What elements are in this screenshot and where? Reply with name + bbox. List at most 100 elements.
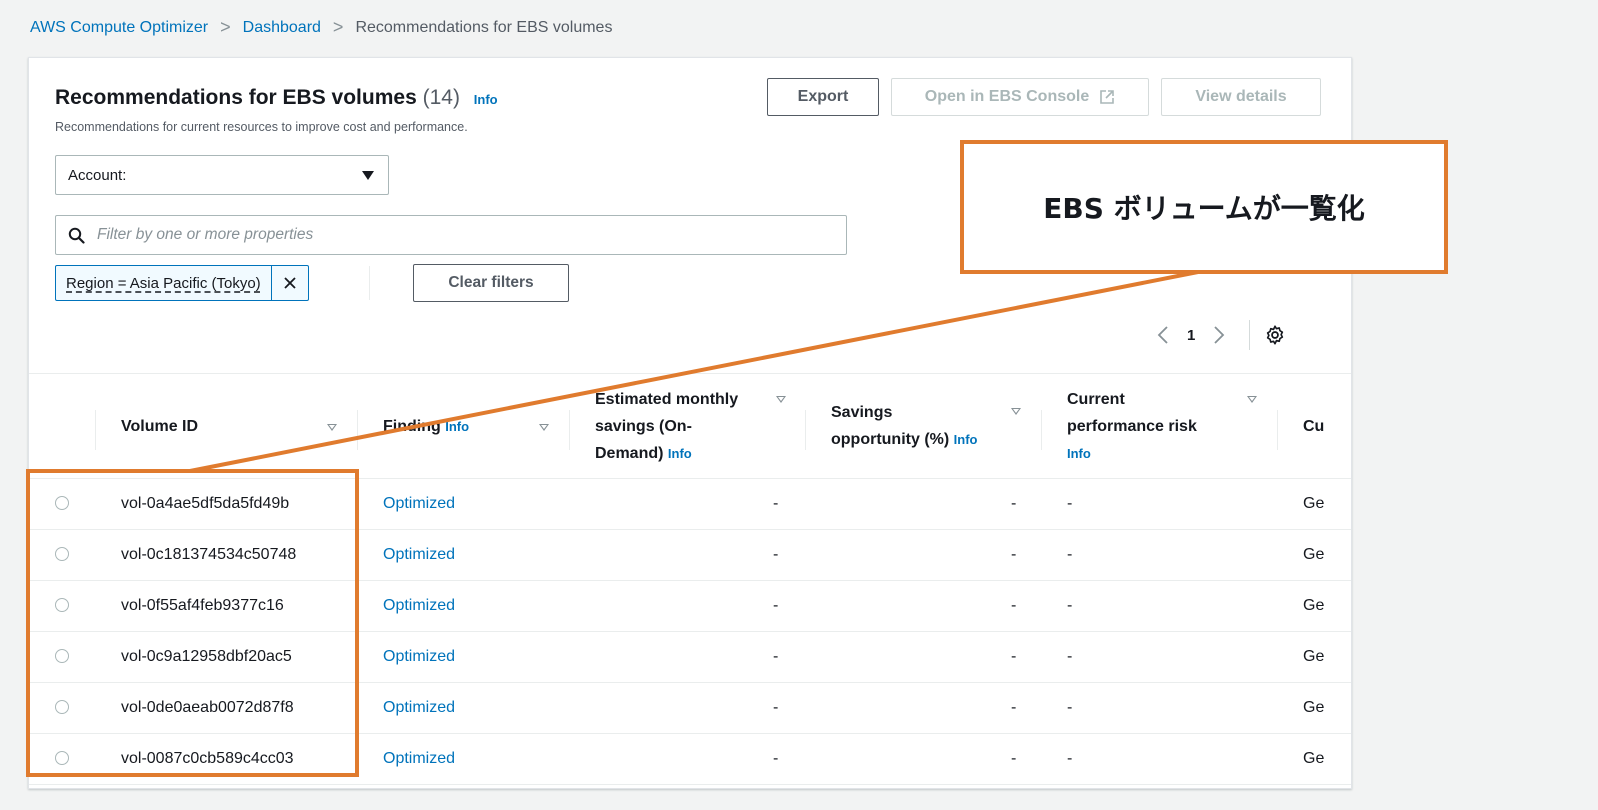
breadcrumb-current: Recommendations for EBS volumes (355, 18, 613, 36)
finding-cell[interactable]: Optimized (383, 683, 455, 733)
current-cell: Ge (1303, 648, 1325, 665)
opportunity-cell: - (1011, 546, 1017, 563)
savings-info-link[interactable]: Info (668, 446, 692, 461)
risk-info-link[interactable]: Info (1067, 440, 1091, 467)
savings-cell: - (773, 546, 779, 563)
column-header-performance-risk[interactable]: Current performance risk Info (1067, 374, 1197, 478)
current-cell: Ge (1303, 750, 1325, 767)
clear-filters-label: Clear filters (448, 274, 534, 291)
column-header-volume-id[interactable]: Volume ID (121, 374, 198, 478)
sort-caret-icon[interactable] (1011, 408, 1021, 415)
column-header-current[interactable]: Cu (1303, 374, 1324, 478)
remove-filter-button[interactable] (270, 266, 308, 300)
gear-icon[interactable] (1264, 324, 1286, 346)
view-details-button[interactable]: View details (1161, 78, 1321, 116)
column-label-opportunity-line2: opportunity (%) (831, 431, 950, 448)
column-label-risk-line1: Current (1067, 390, 1125, 408)
savings-cell: - (773, 597, 779, 614)
account-select-label: Account: (68, 166, 127, 184)
pagination: 1 (1157, 320, 1286, 350)
filter-token-region: Region = Asia Pacific (Tokyo) (55, 265, 309, 301)
breadcrumb: AWS Compute Optimizer > Dashboard > Reco… (30, 17, 612, 38)
open-console-label: Open in EBS Console (924, 88, 1090, 105)
opportunity-cell: - (1011, 648, 1017, 665)
column-divider (1041, 410, 1042, 450)
savings-cell: - (773, 648, 779, 665)
view-details-label: View details (1195, 88, 1287, 105)
finding-cell[interactable]: Optimized (383, 734, 455, 784)
breadcrumb-dashboard[interactable]: Dashboard (243, 19, 321, 37)
column-label-savings-line1: Estimated monthly (595, 390, 739, 408)
page-subtitle: Recommendations for current resources to… (55, 120, 468, 134)
pagination-divider (1249, 320, 1251, 350)
column-divider (1277, 410, 1278, 450)
filter-input[interactable] (95, 225, 799, 245)
column-label-savings-line3: Demand) (595, 444, 664, 462)
sort-caret-icon[interactable] (776, 396, 786, 403)
opportunity-cell: - (1011, 750, 1017, 767)
finding-info-link[interactable]: Info (445, 413, 469, 440)
current-cell: Ge (1303, 546, 1325, 563)
annotation-callout: EBS ボリュームが一覧化 (960, 140, 1448, 274)
finding-cell[interactable]: Optimized (383, 479, 455, 529)
chevron-right-icon: > (220, 17, 231, 37)
risk-cell: - (1067, 546, 1073, 563)
property-filter[interactable] (55, 215, 847, 255)
open-in-ebs-console-button[interactable]: Open in EBS Console (891, 78, 1149, 116)
risk-cell: - (1067, 750, 1073, 767)
filter-divider (369, 266, 370, 300)
column-label-finding: Finding (383, 417, 441, 435)
chevron-right-icon[interactable] (1213, 325, 1225, 345)
column-divider (95, 410, 96, 450)
column-divider (805, 410, 806, 450)
external-link-icon (1100, 90, 1115, 104)
callout-text: EBS ボリュームが一覧化 (1043, 192, 1365, 225)
opportunity-cell: - (1011, 597, 1017, 614)
export-label: Export (797, 88, 849, 105)
column-label-risk-line2: performance risk (1067, 417, 1197, 435)
risk-cell: - (1067, 648, 1073, 665)
clear-filters-button[interactable]: Clear filters (413, 264, 569, 302)
sort-caret-icon[interactable] (1247, 396, 1257, 403)
page-title: Recommendations for EBS volumes (14) Inf… (55, 86, 498, 110)
export-button[interactable]: Export (767, 78, 879, 116)
current-cell: Ge (1303, 699, 1325, 716)
column-label-opportunity-line1: Savings (831, 404, 893, 421)
page-number[interactable]: 1 (1187, 327, 1195, 344)
column-header-finding[interactable]: Finding Info (383, 374, 469, 478)
breadcrumb-compute-optimizer[interactable]: AWS Compute Optimizer (30, 19, 208, 37)
column-label-volume-id: Volume ID (121, 417, 199, 435)
opportunity-cell: - (1011, 699, 1017, 716)
column-label-current: Cu (1303, 417, 1325, 435)
volume-id-highlight-box (26, 469, 359, 777)
finding-cell[interactable]: Optimized (383, 581, 455, 631)
opportunity-info-link[interactable]: Info (954, 432, 978, 447)
column-header-estimated-savings[interactable]: Estimated monthly savings (On- Demand) I… (595, 374, 738, 478)
column-header-savings-opportunity[interactable]: Savings opportunity (%) Info (831, 374, 977, 478)
risk-cell: - (1067, 495, 1073, 512)
table-header: Volume ID Finding Info Estimated monthly… (29, 373, 1351, 479)
sort-caret-icon[interactable] (539, 424, 549, 431)
finding-cell[interactable]: Optimized (383, 632, 455, 682)
resource-count: (14) (422, 86, 460, 109)
savings-cell: - (773, 495, 779, 512)
chevron-right-icon: > (332, 17, 344, 37)
search-icon (68, 227, 85, 244)
chevron-left-icon[interactable] (1157, 325, 1169, 345)
savings-cell: - (773, 699, 779, 716)
current-cell: Ge (1303, 495, 1325, 512)
column-divider (357, 410, 358, 450)
savings-cell: - (773, 750, 779, 767)
current-cell: Ge (1303, 597, 1325, 614)
column-label-savings-line2: savings (On- (595, 417, 692, 435)
filter-token-label[interactable]: Region = Asia Pacific (Tokyo) (56, 266, 271, 300)
opportunity-cell: - (1011, 495, 1017, 512)
column-divider (569, 410, 570, 450)
close-icon (284, 277, 296, 289)
finding-cell[interactable]: Optimized (383, 530, 455, 580)
title-info-link[interactable]: Info (474, 92, 498, 107)
caret-down-icon (362, 171, 374, 180)
sort-caret-icon[interactable] (327, 424, 337, 431)
page-title-text: Recommendations for EBS volumes (55, 86, 417, 109)
account-select[interactable]: Account: (55, 155, 389, 195)
